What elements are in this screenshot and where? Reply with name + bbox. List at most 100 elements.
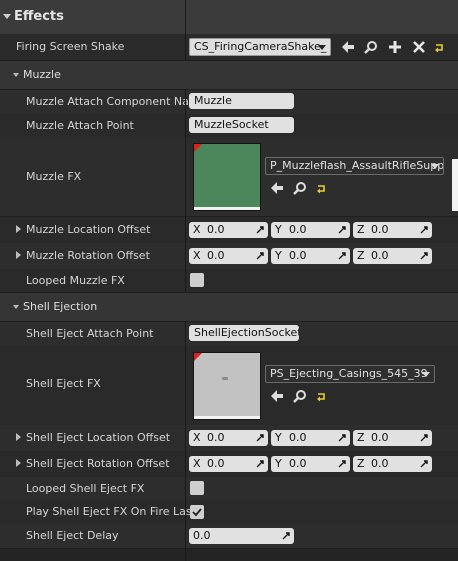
y-value: 0.0	[289, 223, 307, 236]
spin-arrow-icon[interactable]	[256, 226, 264, 234]
column-divider	[185, 90, 186, 293]
muzzle-rotation-offset-row: Muzzle Rotation Offset X 0.0 Y 0.0 Z 0.0	[0, 243, 458, 270]
z-value: 0.0	[371, 457, 389, 470]
shell-eject-fx-row: Shell Eject FX PS_Ejecting_Casings_545_3…	[0, 346, 458, 426]
axis-x-label: X	[193, 223, 201, 236]
muzzle-category-header[interactable]: Muzzle	[0, 61, 458, 90]
looped-muzzle-fx-checkbox[interactable]	[190, 273, 204, 287]
shell-eject-attach-point-input[interactable]: ShellEjectionSocket	[189, 325, 299, 341]
x-value: 0.0	[207, 457, 225, 470]
expand-arrow-icon[interactable]	[16, 433, 21, 441]
muzzle-fx-label: Muzzle FX	[26, 170, 82, 183]
y-value: 0.0	[289, 431, 307, 444]
reset-arrow-icon[interactable]	[434, 43, 444, 53]
spin-arrow-icon[interactable]	[282, 532, 290, 540]
muzzle-attach-point-row: Muzzle Attach Point MuzzleSocket	[0, 114, 458, 139]
shell-eject-fx-asset: PS_Ejecting_Casings_545_39	[270, 367, 428, 380]
popup-edge	[452, 159, 458, 211]
muzzle-attach-point-input[interactable]: MuzzleSocket	[189, 117, 294, 133]
looped-muzzle-fx-label: Looped Muzzle FX	[26, 274, 125, 287]
play-shell-eject-on-fire-last-checkbox[interactable]	[190, 505, 204, 519]
play-shell-eject-on-fire-last-row: Play Shell Eject FX On Fire Last	[0, 500, 458, 525]
shell-ejection-category-header[interactable]: Shell Ejection	[0, 293, 458, 322]
reset-arrow-icon[interactable]	[316, 392, 326, 402]
muzzle-rotation-x-field[interactable]: X 0.0	[189, 248, 268, 264]
spin-arrow-icon[interactable]	[256, 460, 264, 468]
axis-y-label: Y	[275, 431, 282, 444]
shell-eject-fx-combo[interactable]: PS_Ejecting_Casings_545_39	[265, 365, 435, 383]
muzzle-location-x-field[interactable]: X 0.0	[189, 222, 268, 238]
firing-screen-shake-row: Firing Screen Shake CS_FiringCameraShake…	[0, 34, 458, 61]
checkmark-icon	[192, 508, 202, 517]
spin-arrow-icon[interactable]	[338, 252, 346, 260]
shell-eject-fx-thumbnail[interactable]	[193, 352, 261, 420]
expand-arrow-icon[interactable]	[16, 225, 21, 233]
plus-icon[interactable]	[388, 40, 402, 54]
spin-arrow-icon[interactable]	[338, 434, 346, 442]
collapse-arrow-icon[interactable]	[13, 73, 19, 77]
muzzle-title: Muzzle	[23, 68, 61, 81]
muzzle-fx-combo[interactable]: P_Muzzleflash_AssaultRifleSupp	[265, 157, 444, 175]
looped-shell-eject-fx-checkbox[interactable]	[190, 481, 204, 495]
shell-eject-attach-point-row: Shell Eject Attach Point ShellEjectionSo…	[0, 322, 458, 347]
reset-arrow-icon[interactable]	[316, 184, 326, 194]
effects-title: Effects	[14, 9, 64, 24]
spin-arrow-icon[interactable]	[338, 460, 346, 468]
spin-arrow-icon[interactable]	[420, 434, 428, 442]
muzzle-fx-thumbnail[interactable]	[193, 143, 261, 211]
shell-rotation-z-field[interactable]: Z 0.0	[353, 456, 432, 472]
magnifier-icon[interactable]	[293, 181, 307, 195]
muzzle-attach-component-input[interactable]: Muzzle	[189, 93, 294, 109]
x-value: 0.0	[207, 223, 225, 236]
shell-rotation-x-field[interactable]: X 0.0	[189, 456, 268, 472]
effects-category-header[interactable]: Effects	[0, 0, 458, 35]
thumbnail-bar	[194, 416, 260, 419]
firing-screen-shake-label: Firing Screen Shake	[16, 40, 125, 53]
column-divider	[185, 0, 186, 34]
chevron-down-icon	[422, 372, 430, 377]
arrow-left-icon[interactable]	[341, 40, 355, 54]
muzzle-location-z-field[interactable]: Z 0.0	[353, 222, 432, 238]
shell-location-y-field[interactable]: Y 0.0	[271, 430, 350, 446]
looped-muzzle-fx-row: Looped Muzzle FX	[0, 269, 458, 293]
muzzle-fx-row: Muzzle FX P_Muzzleflash_AssaultRifleSupp	[0, 138, 458, 217]
shell-rotation-y-field[interactable]: Y 0.0	[271, 456, 350, 472]
arrow-left-icon[interactable]	[270, 181, 284, 195]
shell-eject-rotation-offset-label: Shell Eject Rotation Offset	[26, 457, 170, 470]
shell-eject-fx-label: Shell Eject FX	[26, 377, 101, 390]
column-divider	[185, 34, 186, 60]
firing-screen-shake-combo[interactable]: CS_FiringCameraShake_	[189, 38, 331, 56]
shell-location-x-field[interactable]: X 0.0	[189, 430, 268, 446]
arrow-left-icon[interactable]	[270, 389, 284, 403]
axis-x-label: X	[193, 457, 201, 470]
magnifier-icon[interactable]	[364, 40, 378, 54]
z-value: 0.0	[371, 431, 389, 444]
play-shell-eject-on-fire-last-label: Play Shell Eject FX On Fire Last	[26, 505, 196, 518]
spin-arrow-icon[interactable]	[420, 460, 428, 468]
spin-arrow-icon[interactable]	[256, 434, 264, 442]
asset-type-marker	[194, 144, 202, 152]
x-value: 0.0	[207, 431, 225, 444]
muzzle-rotation-y-field[interactable]: Y 0.0	[271, 248, 350, 264]
shell-location-z-field[interactable]: Z 0.0	[353, 430, 432, 446]
muzzle-attach-component-row: Muzzle Attach Component Nam Muzzle	[0, 90, 458, 115]
muzzle-fx-asset: P_Muzzleflash_AssaultRifleSupp	[270, 159, 444, 172]
spin-arrow-icon[interactable]	[256, 252, 264, 260]
expand-arrow-icon[interactable]	[16, 459, 21, 467]
shell-eject-delay-value: 0.0	[193, 529, 211, 542]
axis-z-label: Z	[357, 223, 365, 236]
spin-arrow-icon[interactable]	[420, 226, 428, 234]
spin-arrow-icon[interactable]	[420, 252, 428, 260]
spin-arrow-icon[interactable]	[338, 226, 346, 234]
x-icon[interactable]	[412, 40, 426, 54]
collapse-arrow-icon[interactable]	[13, 305, 19, 309]
collapse-arrow-icon[interactable]	[3, 14, 11, 19]
shell-eject-attach-point-label: Shell Eject Attach Point	[26, 327, 154, 340]
shell-eject-delay-field[interactable]: 0.0	[189, 528, 294, 544]
muzzle-rotation-z-field[interactable]: Z 0.0	[353, 248, 432, 264]
expand-arrow-icon[interactable]	[16, 251, 21, 259]
column-divider	[185, 322, 186, 561]
shell-ejection-title: Shell Ejection	[23, 300, 98, 313]
muzzle-location-y-field[interactable]: Y 0.0	[271, 222, 350, 238]
magnifier-icon[interactable]	[293, 389, 307, 403]
